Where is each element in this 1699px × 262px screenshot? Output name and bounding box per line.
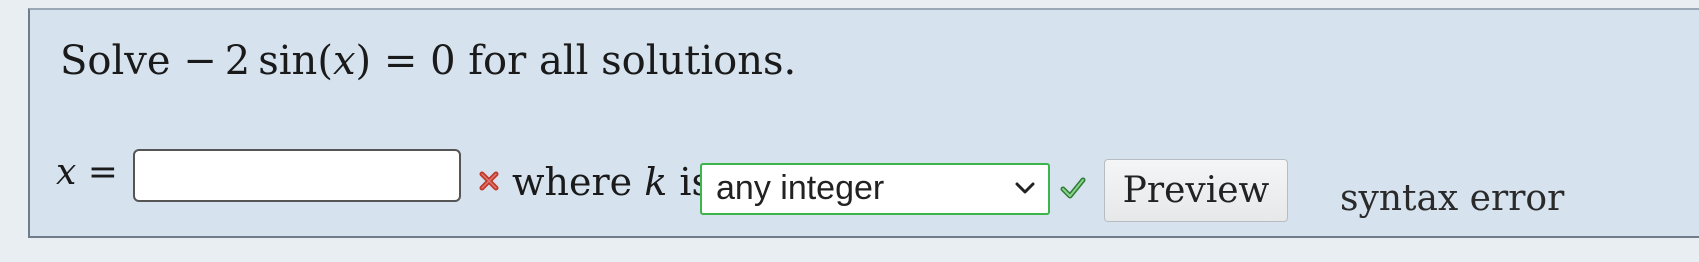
domain-var: k (644, 160, 668, 204)
domain-where: where (512, 160, 633, 204)
chevron-down-icon (1015, 182, 1035, 194)
eq-var: x (332, 38, 356, 84)
check-icon (1060, 177, 1086, 199)
equation: − 2 sin(x) = 0 (183, 38, 468, 84)
question-text: Solve − 2 sin(x) = 0 for all solutions. (60, 38, 796, 84)
domain-label: where k is (512, 160, 711, 204)
preview-button[interactable]: Preview (1104, 159, 1288, 222)
answer-label-equals: = (87, 152, 118, 193)
eq-equals: = (383, 38, 418, 84)
eq-close: ) (355, 38, 372, 84)
question-prefix: Solve (60, 38, 171, 84)
eq-rhs: 0 (430, 38, 456, 84)
eq-minus: − (183, 38, 217, 84)
answer-label-var: x (56, 152, 77, 193)
question-suffix: for all solutions. (468, 38, 797, 84)
eq-coef: 2 (224, 38, 251, 84)
answer-input[interactable] (133, 149, 461, 202)
feedback-message: syntax error (1340, 178, 1565, 219)
x-mark-icon (479, 171, 499, 191)
answer-label: x = (56, 152, 118, 193)
domain-select-value: any integer (716, 169, 885, 207)
domain-select[interactable]: any integer (700, 163, 1050, 215)
eq-open: ( (317, 38, 333, 84)
eq-func: sin (258, 38, 318, 84)
